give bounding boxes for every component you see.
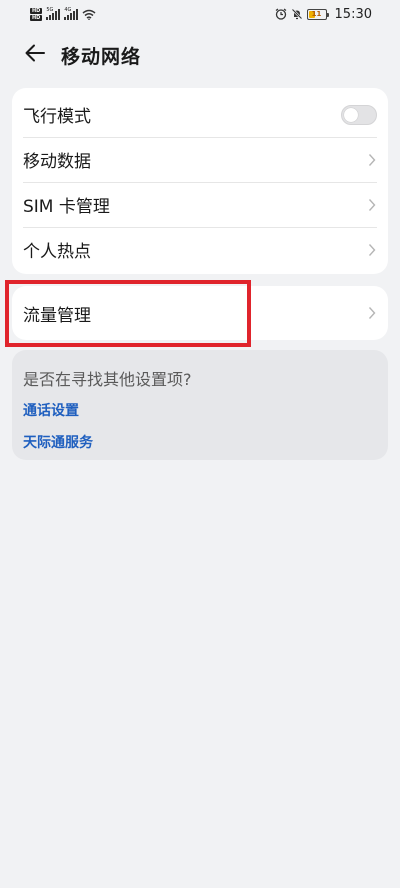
chevron-right-icon (367, 197, 377, 213)
signal-tag: 5G (46, 6, 54, 13)
arrow-left-icon (25, 44, 45, 62)
personal-hotspot-label: 个人热点 (23, 242, 91, 262)
signal-4g-icon: 4G (64, 6, 79, 20)
suggestions-title: 是否在寻找其他设置项? (23, 370, 192, 389)
signal-5g-icon: 5G (46, 6, 61, 20)
chevron-right-icon (367, 305, 377, 321)
signal-tag: 4G (64, 6, 72, 13)
network-settings-card: 飞行模式 移动数据 SIM 卡管理 个人热点 (12, 88, 388, 274)
clock: 15:30 (334, 6, 372, 22)
toggle-knob (344, 107, 358, 122)
airplane-mode-toggle[interactable] (341, 104, 377, 125)
sim-management-label: SIM 卡管理 (23, 197, 110, 217)
chevron-right-icon (367, 152, 377, 168)
hd-badge: HD (30, 14, 43, 21)
alarm-icon (275, 8, 286, 20)
hd-badge: HD (30, 7, 43, 14)
wifi-icon (82, 9, 96, 20)
status-bar: HD HD 5G 4G 11 15:30 (0, 0, 400, 28)
page-title: 移动网络 (61, 46, 142, 68)
airplane-mode-label: 飞行模式 (23, 107, 91, 127)
back-button[interactable] (22, 40, 48, 66)
battery-level: 11 (311, 10, 322, 18)
sim-management-row[interactable]: SIM 卡管理 (12, 182, 388, 227)
skytone-service-link[interactable]: 天际通服务 (23, 432, 377, 452)
mobile-data-label: 移动数据 (23, 152, 91, 172)
traffic-management-label: 流量管理 (23, 305, 91, 326)
status-bar-left: HD HD 5G 4G (30, 6, 96, 21)
mute-icon (291, 8, 302, 20)
app-header: 移动网络 (0, 36, 400, 72)
status-bar-right: 11 15:30 (275, 7, 372, 22)
traffic-management-card: 流量管理 (12, 286, 388, 340)
hd-indicators: HD HD (30, 7, 43, 21)
suggestions-card: 是否在寻找其他设置项? 通话设置 天际通服务 (12, 350, 388, 460)
personal-hotspot-row[interactable]: 个人热点 (12, 227, 388, 272)
airplane-mode-row[interactable]: 飞行模式 (12, 92, 388, 137)
traffic-management-row[interactable]: 流量管理 (12, 286, 388, 340)
battery-icon: 11 (306, 8, 329, 20)
chevron-right-icon (367, 242, 377, 258)
mobile-data-row[interactable]: 移动数据 (12, 137, 388, 182)
call-settings-link[interactable]: 通话设置 (23, 400, 377, 420)
